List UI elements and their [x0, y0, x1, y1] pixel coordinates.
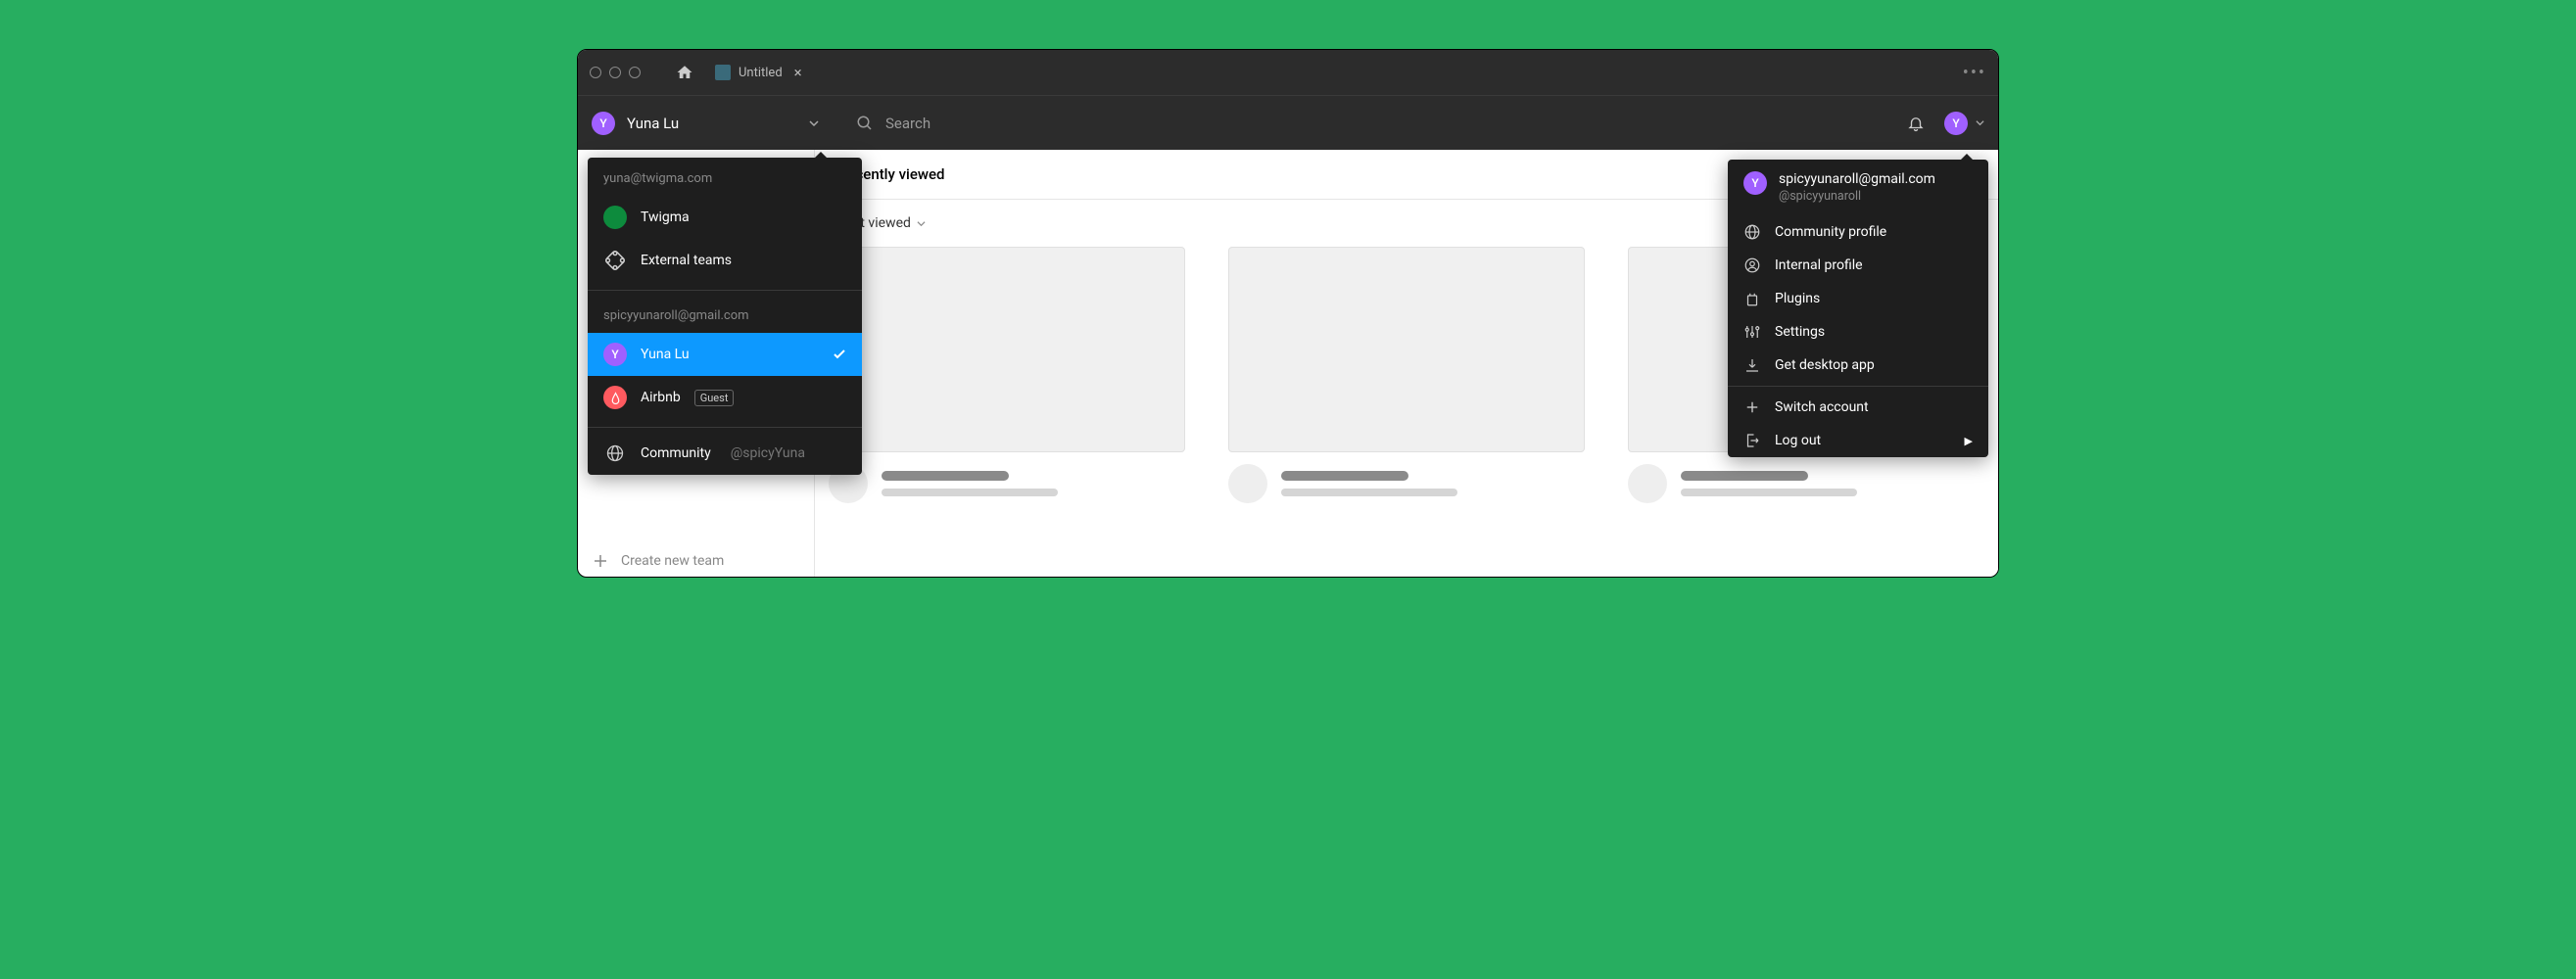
search-placeholder: Search	[885, 115, 930, 132]
menu-plugins[interactable]: Plugins	[1728, 282, 1988, 315]
avatar: Y	[1743, 171, 1767, 195]
avatar: Y	[1944, 112, 1968, 135]
file-card[interactable]	[829, 247, 1185, 503]
more-icon[interactable]: •••	[1963, 63, 1986, 83]
workspace-label: Yuna Lu	[641, 347, 690, 362]
menu-label: Log out	[1775, 433, 1821, 448]
toolbar: Y Yuna Lu Search Y	[578, 95, 1998, 150]
chevron-down-icon	[1976, 118, 1984, 127]
menu-get-desktop[interactable]: Get desktop app	[1728, 349, 1988, 382]
file-owner-avatar	[1228, 464, 1267, 503]
menu-internal-profile[interactable]: Internal profile	[1728, 249, 1988, 282]
traffic-minimize[interactable]	[609, 67, 621, 78]
workspace-label: Twigma	[641, 210, 690, 225]
menu-switch-account[interactable]: Switch account	[1728, 391, 1988, 424]
team-avatar	[603, 386, 627, 409]
file-tab[interactable]: Untitled ×	[707, 64, 810, 81]
submenu-arrow-icon: ▶	[1965, 435, 1973, 447]
community-handle: @spicyYuna	[731, 445, 805, 461]
menu-label: Get desktop app	[1775, 357, 1875, 373]
logout-icon	[1743, 432, 1761, 449]
traffic-maximize[interactable]	[629, 67, 641, 78]
chevron-down-icon	[917, 219, 926, 228]
workspace-item-twigma[interactable]: Twigma	[588, 196, 862, 239]
guest-badge: Guest	[694, 390, 735, 406]
menu-label: Switch account	[1775, 399, 1869, 415]
workspace-name: Yuna Lu	[627, 115, 679, 132]
account-header: Y spicyyunaroll@gmail.com @spicyyunaroll	[1728, 160, 1988, 215]
titlebar: Untitled × •••	[578, 50, 1998, 95]
menu-label: Plugins	[1775, 291, 1820, 306]
workspace-dropdown: yuna@twigma.com Twigma External teams sp…	[588, 158, 862, 475]
avatar: Y	[592, 112, 615, 135]
workspace-item-airbnb[interactable]: Airbnb Guest	[588, 376, 862, 419]
file-meta	[829, 464, 1185, 503]
file-thumbnail	[1228, 247, 1585, 452]
check-icon	[833, 348, 846, 361]
globe-icon	[1743, 223, 1761, 241]
account-dropdown: Y spicyyunaroll@gmail.com @spicyyunaroll…	[1728, 160, 1988, 457]
create-team-button[interactable]: Create new team	[594, 553, 798, 569]
team-avatar	[603, 206, 627, 229]
traffic-close[interactable]	[590, 67, 601, 78]
sliders-icon	[1743, 323, 1761, 341]
file-meta	[1628, 464, 1984, 503]
plus-icon	[594, 554, 607, 568]
user-icon	[1743, 256, 1761, 274]
account-email: spicyyunaroll@gmail.com	[588, 299, 862, 333]
account-email: yuna@twigma.com	[588, 162, 862, 196]
download-icon	[1743, 356, 1761, 374]
menu-log-out[interactable]: Log out ▶	[1728, 424, 1988, 457]
menu-settings[interactable]: Settings	[1728, 315, 1988, 349]
workspace-switcher[interactable]: Y Yuna Lu	[578, 112, 833, 135]
menu-label: Community profile	[1775, 224, 1886, 240]
file-meta	[1228, 464, 1585, 503]
workspace-item-yuna-lu[interactable]: Y Yuna Lu	[588, 333, 862, 376]
home-icon[interactable]	[676, 64, 693, 81]
file-thumbnail	[829, 247, 1185, 452]
tab-label: Untitled	[739, 66, 783, 80]
community-label: Community	[641, 445, 711, 461]
file-icon	[715, 65, 731, 80]
plugin-icon	[1743, 290, 1761, 307]
notifications-icon[interactable]	[1907, 115, 1925, 132]
avatar: Y	[603, 343, 627, 366]
tab-close-icon[interactable]: ×	[794, 64, 802, 81]
search-input[interactable]: Search	[833, 115, 1907, 132]
workspace-label: External teams	[641, 253, 732, 268]
external-icon	[603, 249, 627, 272]
create-team-label: Create new team	[621, 553, 724, 569]
chevron-down-icon	[809, 118, 819, 128]
traffic-lights	[590, 67, 641, 78]
workspace-label: Airbnb	[641, 390, 681, 405]
file-card[interactable]	[1228, 247, 1585, 503]
menu-label: Internal profile	[1775, 257, 1863, 273]
account-email: spicyyunaroll@gmail.com	[1779, 171, 1935, 187]
account-menu-trigger[interactable]: Y	[1944, 112, 1984, 135]
globe-icon	[603, 442, 627, 465]
plus-icon	[1743, 398, 1761, 416]
account-handle: @spicyyunaroll	[1779, 189, 1935, 204]
app-window: Untitled × ••• Y Yuna Lu Search Y	[577, 49, 1999, 578]
community-link[interactable]: Community @spicyYuna	[588, 432, 862, 475]
menu-label: Settings	[1775, 324, 1825, 340]
workspace-item-external-teams[interactable]: External teams	[588, 239, 862, 282]
file-owner-avatar	[1628, 464, 1667, 503]
search-icon	[856, 115, 874, 132]
menu-community-profile[interactable]: Community profile	[1728, 215, 1988, 249]
